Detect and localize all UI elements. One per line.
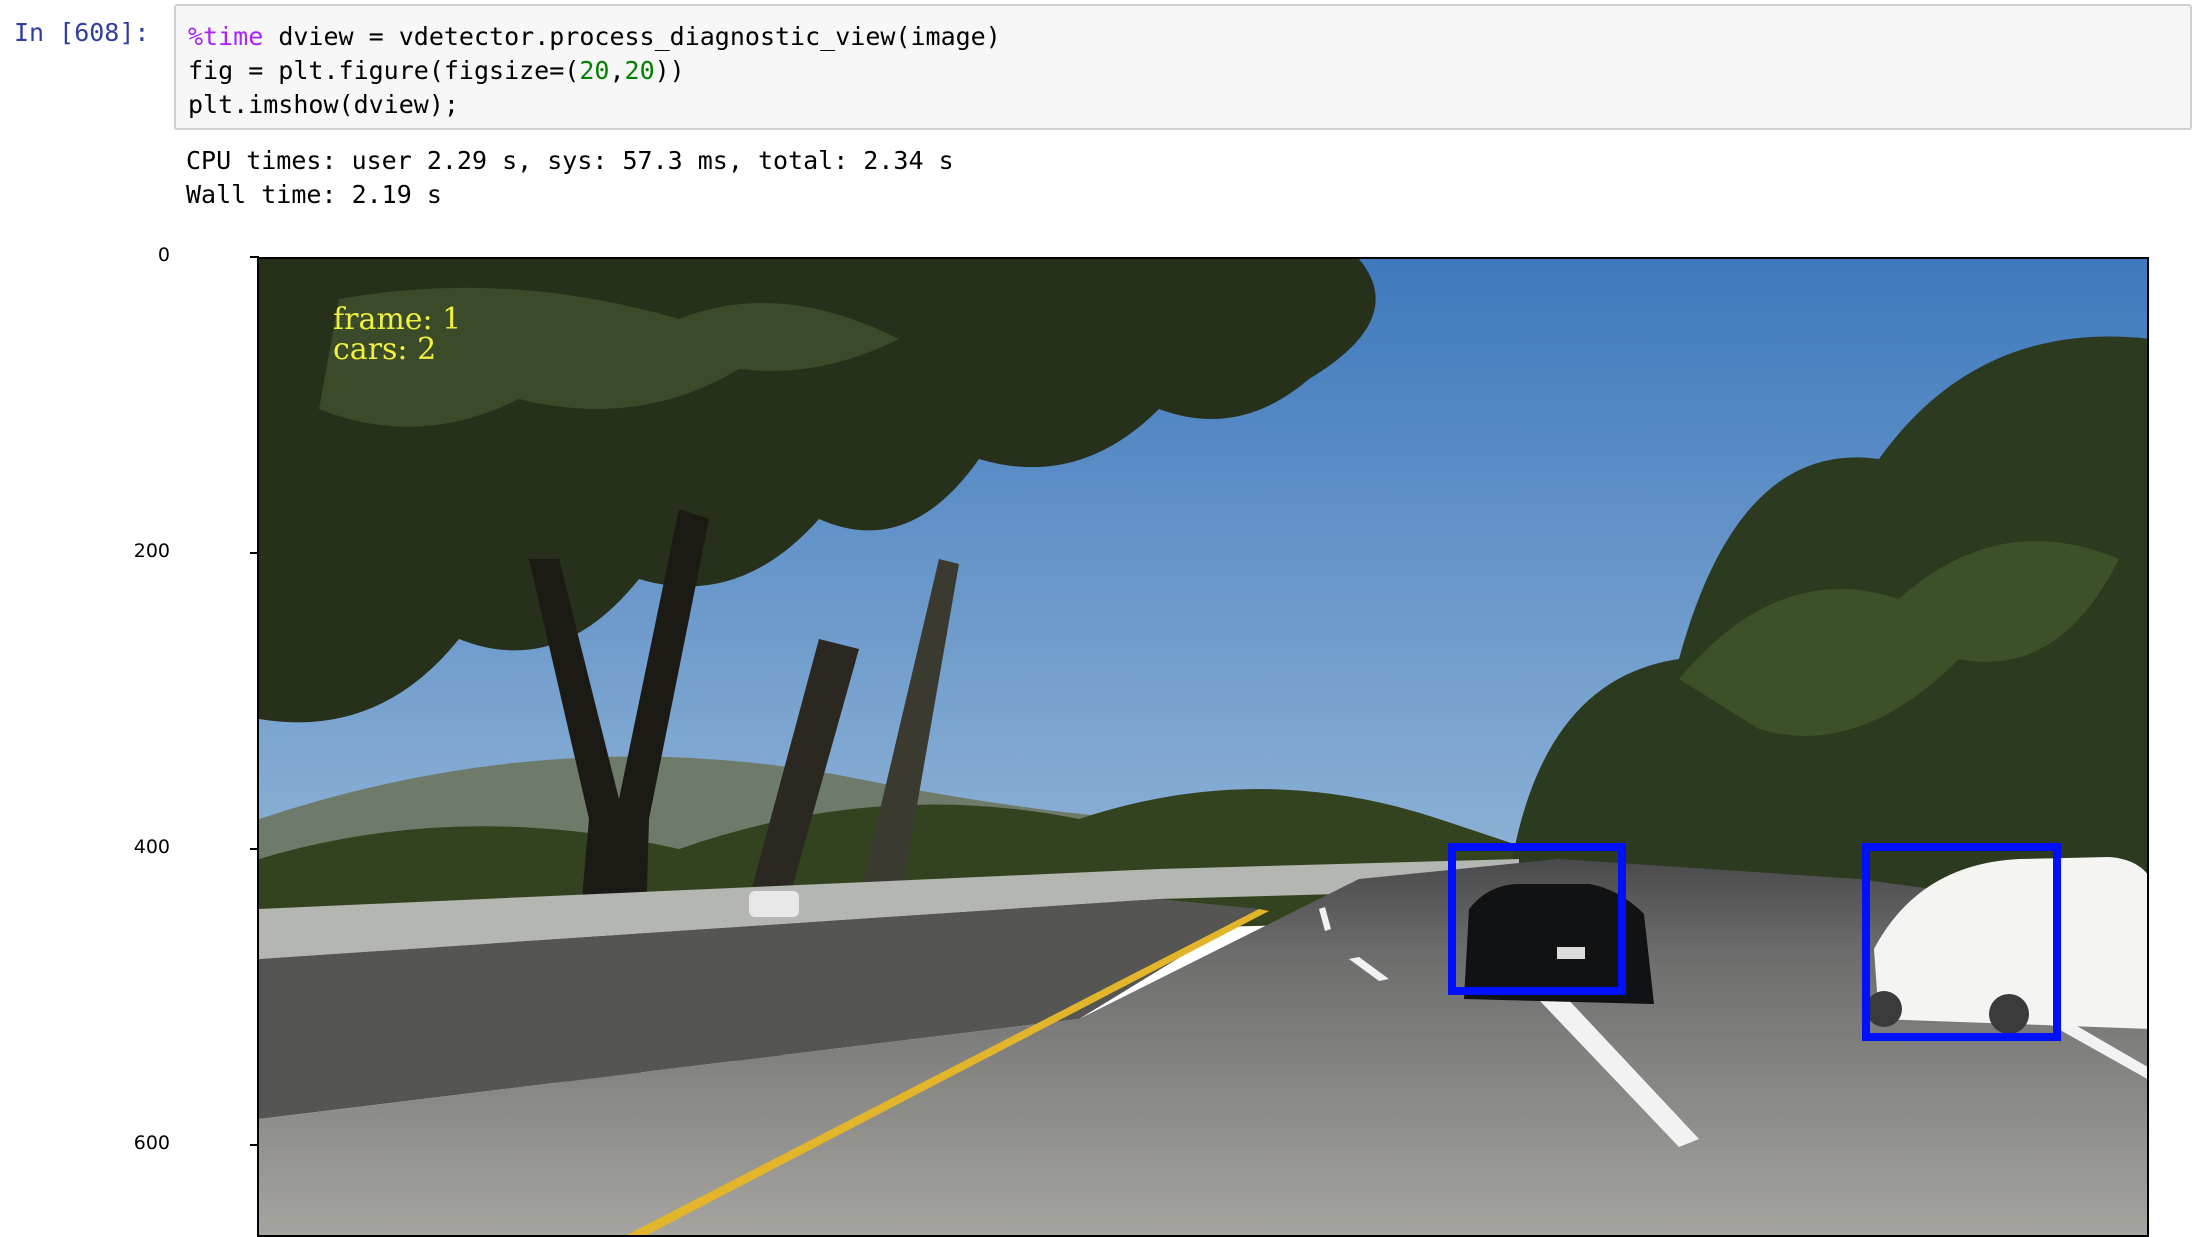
code-line-1: %time dview = vdetector.process_diagnost… — [188, 20, 2178, 54]
cell-prompt: In [608]: — [14, 18, 150, 47]
y-tick-label: 200 — [133, 540, 170, 562]
y-tick-label: 600 — [133, 1132, 170, 1154]
code-text: , — [609, 56, 625, 85]
code-text: dview = vdetector.process_diagnostic_vie… — [263, 22, 1001, 51]
overlay-frame-text: frame: 1 — [333, 302, 462, 337]
output-line-wall: Wall time: 2.19 s — [186, 180, 442, 209]
code-text: )) — [654, 56, 685, 85]
distant-car — [749, 891, 799, 917]
magic-keyword: %time — [188, 22, 264, 51]
car-wheel — [1866, 991, 1902, 1027]
code-line-2: fig = plt.figure(figsize=(20,20)) — [188, 54, 2178, 88]
code-text: fig = plt.figure(figsize=( — [188, 56, 580, 85]
code-number: 20 — [624, 56, 655, 85]
code-line-3: plt.imshow(dview); — [188, 90, 459, 119]
code-input-area[interactable]: %time dview = vdetector.process_diagnost… — [174, 4, 2192, 130]
code-number: 20 — [579, 56, 610, 85]
overlay-cars-text: cars: 2 — [333, 332, 437, 367]
license-plate — [1557, 947, 1585, 959]
y-tick-label: 400 — [133, 836, 170, 858]
y-tick-label: 0 — [157, 244, 170, 266]
image-plot-area: frame: 1 cars: 2 — [257, 257, 2149, 1237]
car-wheel — [1989, 994, 2029, 1034]
road-scene-image — [259, 259, 2147, 1235]
cell-output: CPU times: user 2.29 s, sys: 57.3 ms, to… — [186, 144, 954, 212]
output-line-cpu: CPU times: user 2.29 s, sys: 57.3 ms, to… — [186, 146, 954, 175]
